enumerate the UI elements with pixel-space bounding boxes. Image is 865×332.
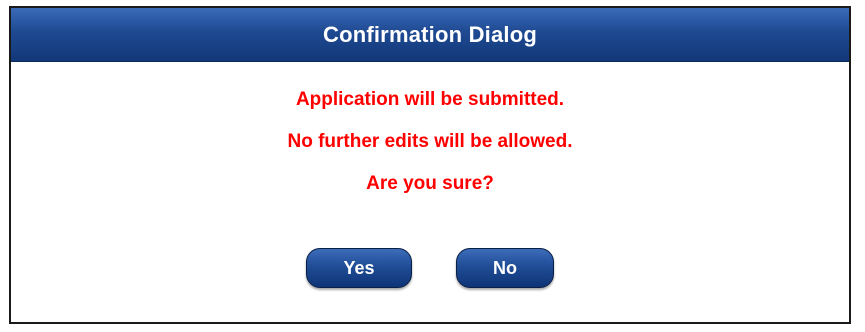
yes-button[interactable]: Yes [306, 248, 412, 288]
dialog-button-row: Yes No [11, 248, 849, 288]
dialog-title-bar: Confirmation Dialog [11, 8, 849, 62]
message-line-are-you-sure: Are you sure? [366, 173, 494, 194]
confirmation-dialog: Confirmation Dialog Application will be … [9, 6, 851, 324]
message-line-submitted: Application will be submitted. [295, 89, 565, 110]
dialog-title: Confirmation Dialog [322, 21, 537, 47]
dialog-message: Application will be submitted. No furthe… [11, 90, 849, 216]
no-button[interactable]: No [456, 248, 554, 288]
message-line-no-edits: No further edits will be allowed. [287, 131, 573, 152]
